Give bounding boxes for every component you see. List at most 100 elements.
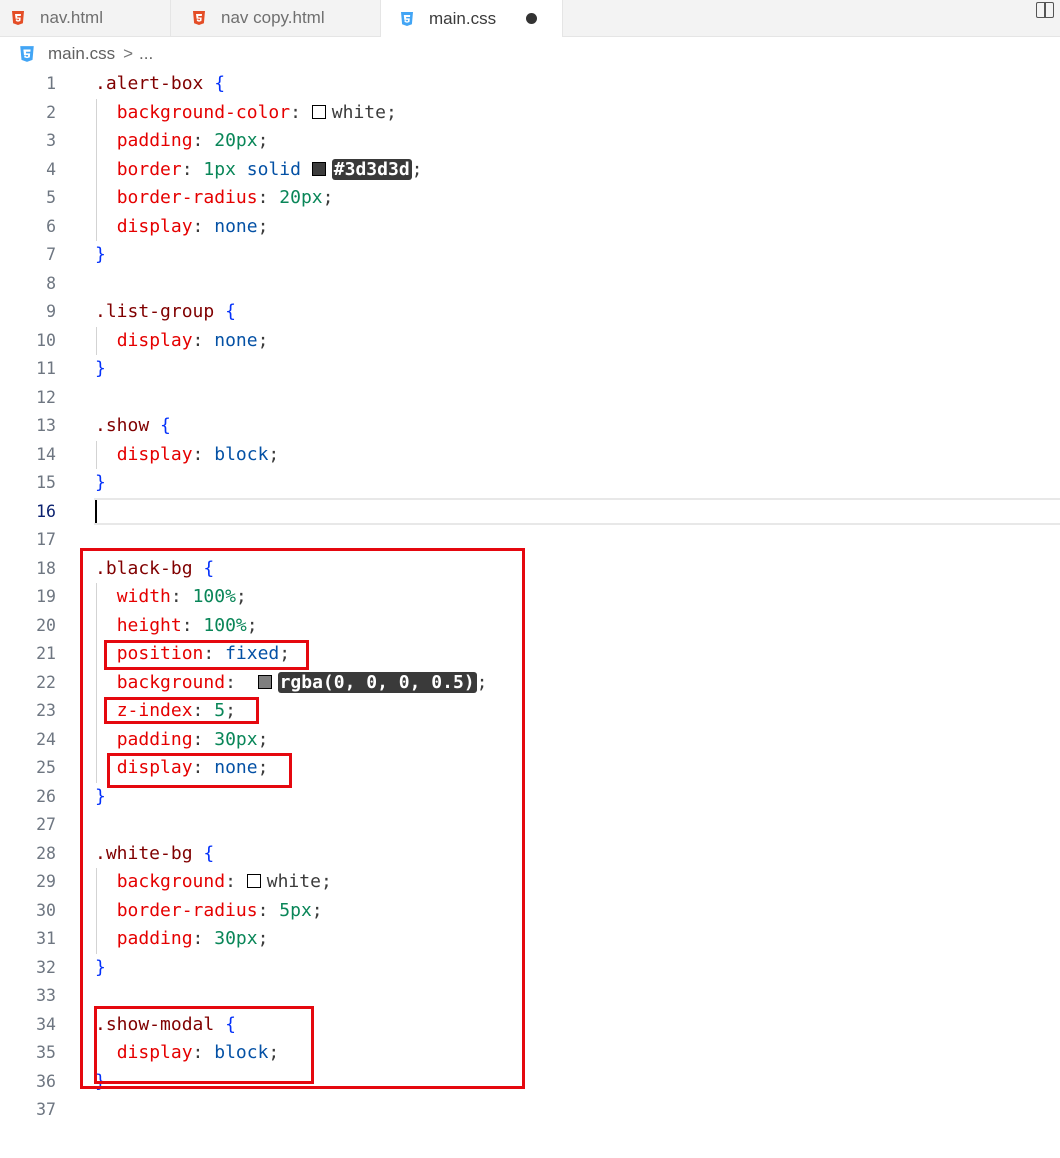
- line-number: 6: [46, 216, 56, 236]
- tab-label: nav.html: [40, 8, 103, 27]
- code-line[interactable]: 10 display: none;: [0, 327, 1060, 356]
- code-token: {: [214, 73, 226, 94]
- tab-nav-copy-html[interactable]: nav copy.html: [171, 0, 381, 36]
- line-number: 27: [36, 815, 56, 834]
- html5-icon: [12, 11, 24, 25]
- code-line[interactable]: 13 .show {: [0, 412, 1060, 441]
- code-token: block: [214, 443, 269, 465]
- tab-nav-html[interactable]: nav.html: [0, 0, 171, 36]
- line-number: 31: [36, 929, 56, 948]
- indent-guide: [96, 440, 97, 469]
- code-token: 20px: [214, 130, 258, 151]
- code-token: :: [192, 443, 215, 465]
- line-number: 32: [36, 957, 56, 977]
- tab-main-css[interactable]: main.css: [381, 0, 563, 37]
- code-text: display: none;: [95, 327, 269, 356]
- line-number: 2: [46, 102, 56, 122]
- code-token: ;: [322, 187, 334, 208]
- code-token: 20px: [279, 187, 323, 208]
- color-swatch-icon[interactable]: [311, 161, 326, 176]
- code-token: ;: [257, 329, 269, 351]
- code-text: border: 1px solid #3d3d3d;: [95, 156, 423, 185]
- code-token: {: [225, 301, 236, 322]
- code-token: background-color: [116, 101, 291, 123]
- code-token: {: [160, 415, 171, 436]
- code-token: :: [257, 187, 280, 208]
- code-line[interactable]: 15}: [0, 469, 1060, 498]
- breadcrumb: main.css > ...: [18, 42, 153, 66]
- code-line[interactable]: 14 display: block;: [0, 441, 1060, 470]
- code-line[interactable]: 37: [0, 1096, 1060, 1125]
- code-line[interactable]: 1 .alert-box {: [0, 70, 1060, 99]
- code-line[interactable]: 4 border: 1px solid #3d3d3d;: [0, 156, 1060, 185]
- code-token: .show: [95, 415, 150, 436]
- line-number: 21: [36, 644, 56, 663]
- line-number: 9: [46, 302, 56, 321]
- code-line[interactable]: 12: [0, 384, 1060, 413]
- code-text: }: [95, 241, 106, 270]
- line-number: 8: [46, 273, 56, 293]
- line-number: 22: [36, 672, 56, 692]
- code-token: .list-group: [95, 301, 215, 322]
- unsaved-dot-icon[interactable]: [526, 13, 538, 24]
- code-text: }: [95, 469, 106, 498]
- tab-label: nav copy.html: [221, 8, 325, 27]
- line-number: 7: [46, 245, 56, 264]
- code-text: .alert-box {: [95, 70, 225, 99]
- line-number: 37: [36, 1100, 56, 1119]
- code-token: 1px: [203, 158, 236, 180]
- split-editor-icon[interactable]: [1036, 2, 1054, 18]
- code-line[interactable]: 8: [0, 270, 1060, 299]
- annotation-box-show-modal: [94, 1006, 314, 1084]
- line-number: 29: [36, 872, 56, 891]
- line-number: 13: [36, 416, 56, 435]
- line-number: 26: [36, 786, 56, 806]
- line-number: 3: [46, 131, 56, 150]
- line-number: 12: [36, 387, 56, 407]
- code-token: ;: [385, 101, 397, 123]
- line-number: 24: [36, 729, 56, 749]
- chevron-right-icon: >: [123, 44, 134, 63]
- line-number: 33: [36, 986, 56, 1005]
- line-number: 34: [36, 1014, 56, 1034]
- code-text: display: block;: [95, 441, 280, 470]
- code-token: border-radius: [116, 187, 258, 208]
- code-line[interactable]: 5 border-radius: 20px;: [0, 184, 1060, 213]
- code-text: border-radius: 20px;: [95, 184, 334, 213]
- indent-guide: [96, 98, 97, 241]
- line-number: 14: [36, 444, 56, 464]
- code-line[interactable]: 2 background-color: white;: [0, 99, 1060, 128]
- code-line[interactable]: 3 padding: 20px;: [0, 127, 1060, 156]
- code-line[interactable]: 9 .list-group {: [0, 298, 1060, 327]
- line-number: 10: [36, 330, 56, 350]
- code-token: :: [192, 329, 215, 351]
- breadcrumb-symbols[interactable]: ...: [139, 44, 153, 64]
- code-line[interactable]: 6 display: none;: [0, 213, 1060, 242]
- indent-guide: [96, 326, 97, 355]
- line-number: 15: [36, 473, 56, 492]
- code-line[interactable]: 7}: [0, 241, 1060, 270]
- color-swatch-icon[interactable]: [311, 104, 326, 119]
- line-number: 28: [36, 843, 56, 863]
- code-token: none: [214, 215, 258, 237]
- breadcrumb-file[interactable]: main.css: [48, 44, 115, 64]
- code-token: ;: [268, 443, 280, 465]
- annotation-box-z-index: [104, 697, 259, 724]
- code-line[interactable]: 16: [0, 498, 1060, 527]
- annotation-box-display-none: [107, 753, 292, 788]
- line-number: 25: [36, 758, 56, 777]
- code-text: display: none;: [95, 213, 269, 242]
- code-line[interactable]: 11}: [0, 355, 1060, 384]
- code-token: :: [192, 130, 215, 151]
- code-token: #3d3d3d: [331, 158, 412, 180]
